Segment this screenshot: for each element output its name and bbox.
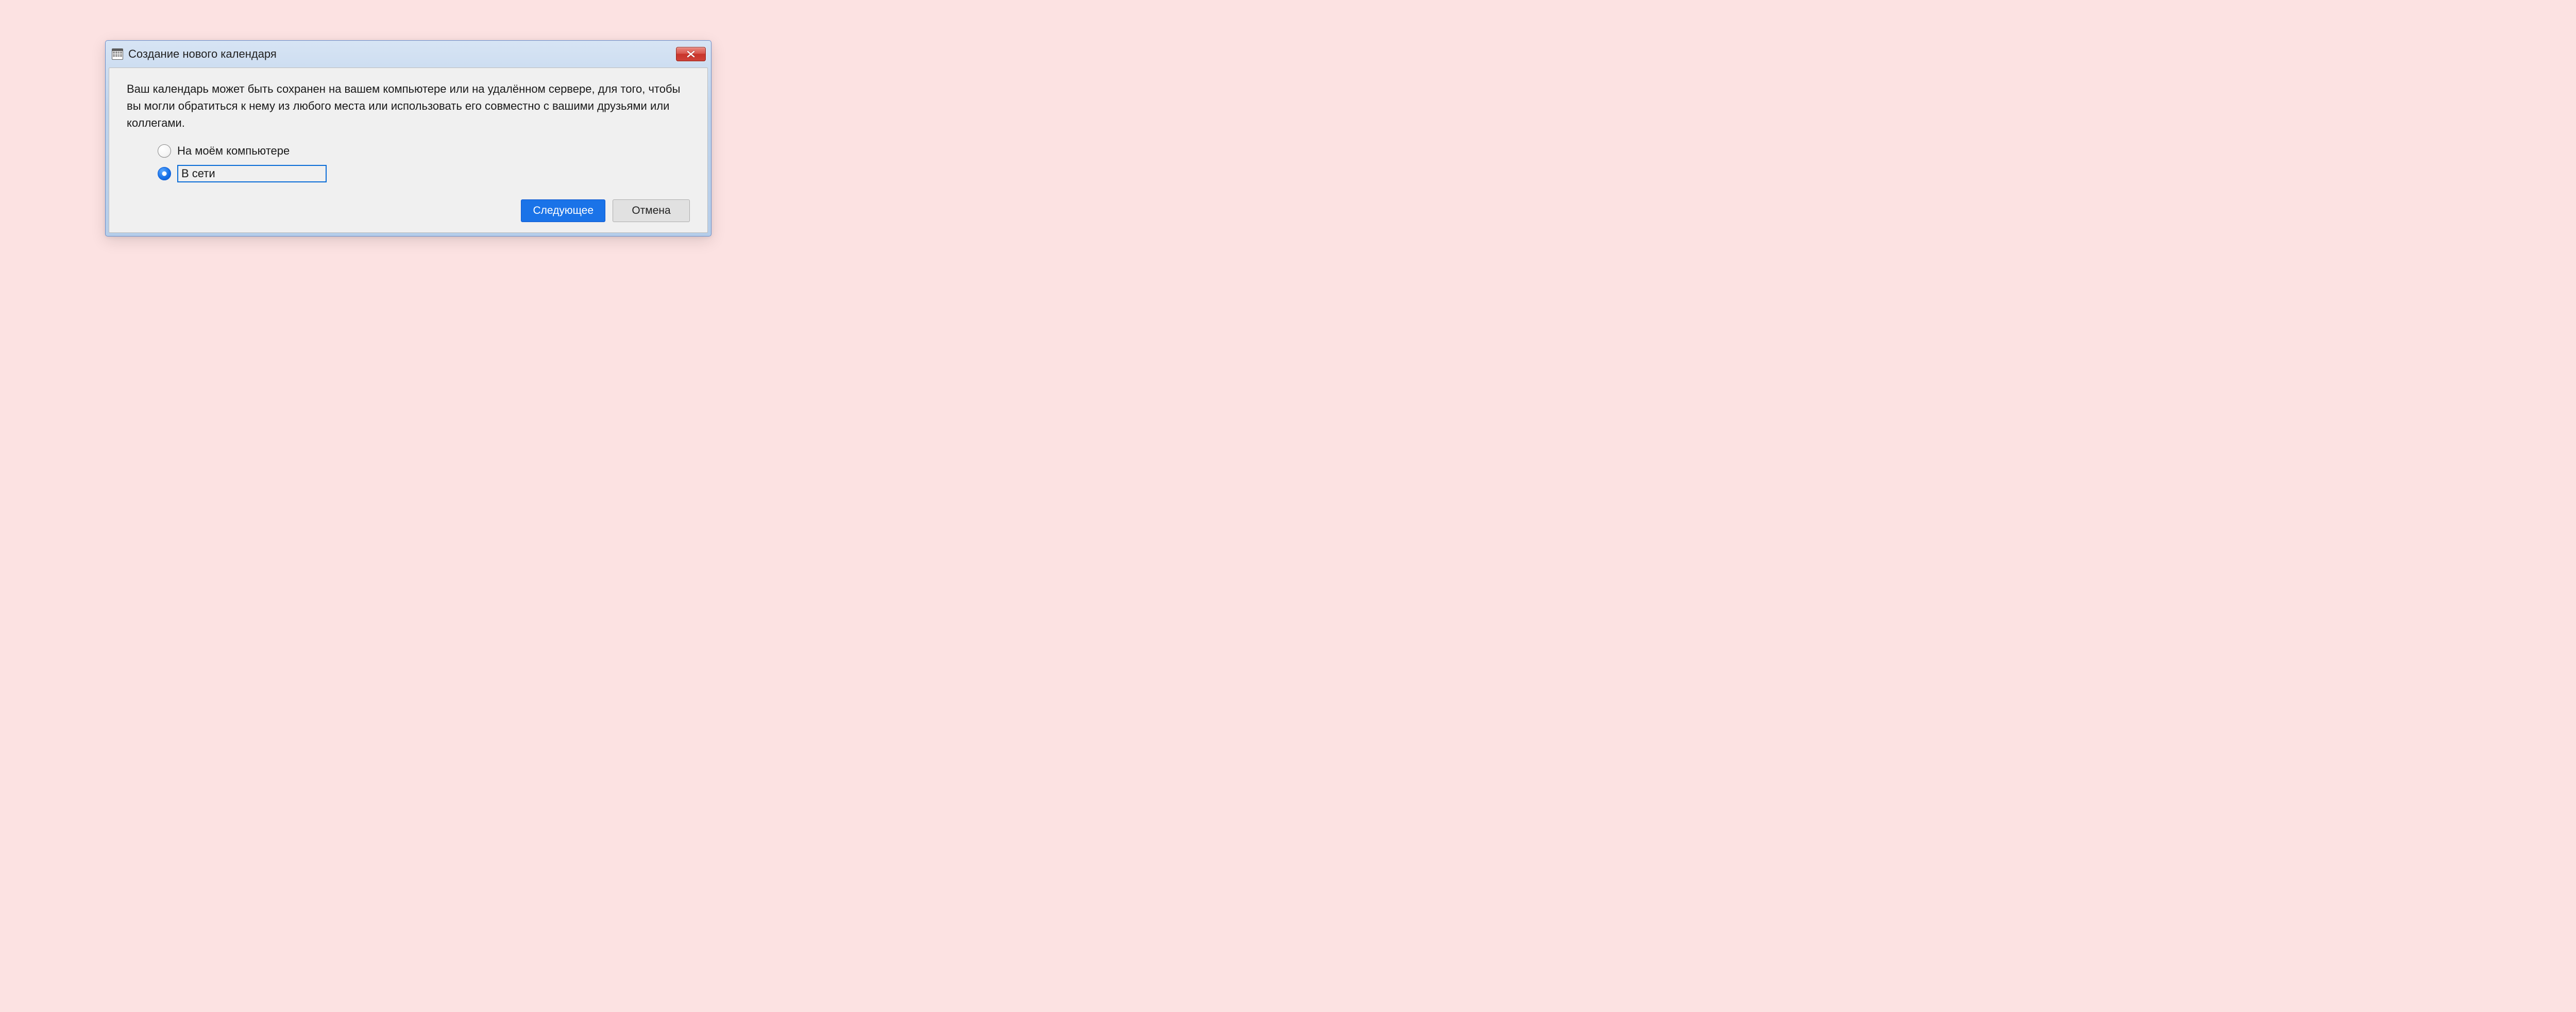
radio-label-network: В сети <box>177 165 327 182</box>
new-calendar-dialog: Создание нового календаря Ваш календарь … <box>105 40 711 237</box>
radio-indicator-checked <box>158 167 171 180</box>
dialog-body: Ваш календарь может быть сохранен на ваш… <box>109 68 708 233</box>
radio-label-local: На моём компьютере <box>177 144 290 158</box>
titlebar: Создание нового календаря <box>106 41 711 68</box>
close-button[interactable] <box>676 47 706 61</box>
close-icon <box>686 50 696 58</box>
intro-text: Ваш календарь может быть сохранен на ваш… <box>127 80 690 131</box>
radio-option-local[interactable]: На моём компьютере <box>158 141 690 161</box>
dialog-title: Создание нового календаря <box>128 47 676 61</box>
button-row: Следующее Отмена <box>127 199 690 222</box>
cancel-button[interactable]: Отмена <box>613 199 690 222</box>
next-button[interactable]: Следующее <box>521 199 605 222</box>
location-radio-group: На моём компьютере В сети <box>158 141 690 184</box>
calendar-icon <box>112 48 123 60</box>
radio-indicator-unchecked <box>158 144 171 158</box>
radio-option-network[interactable]: В сети <box>158 163 690 184</box>
